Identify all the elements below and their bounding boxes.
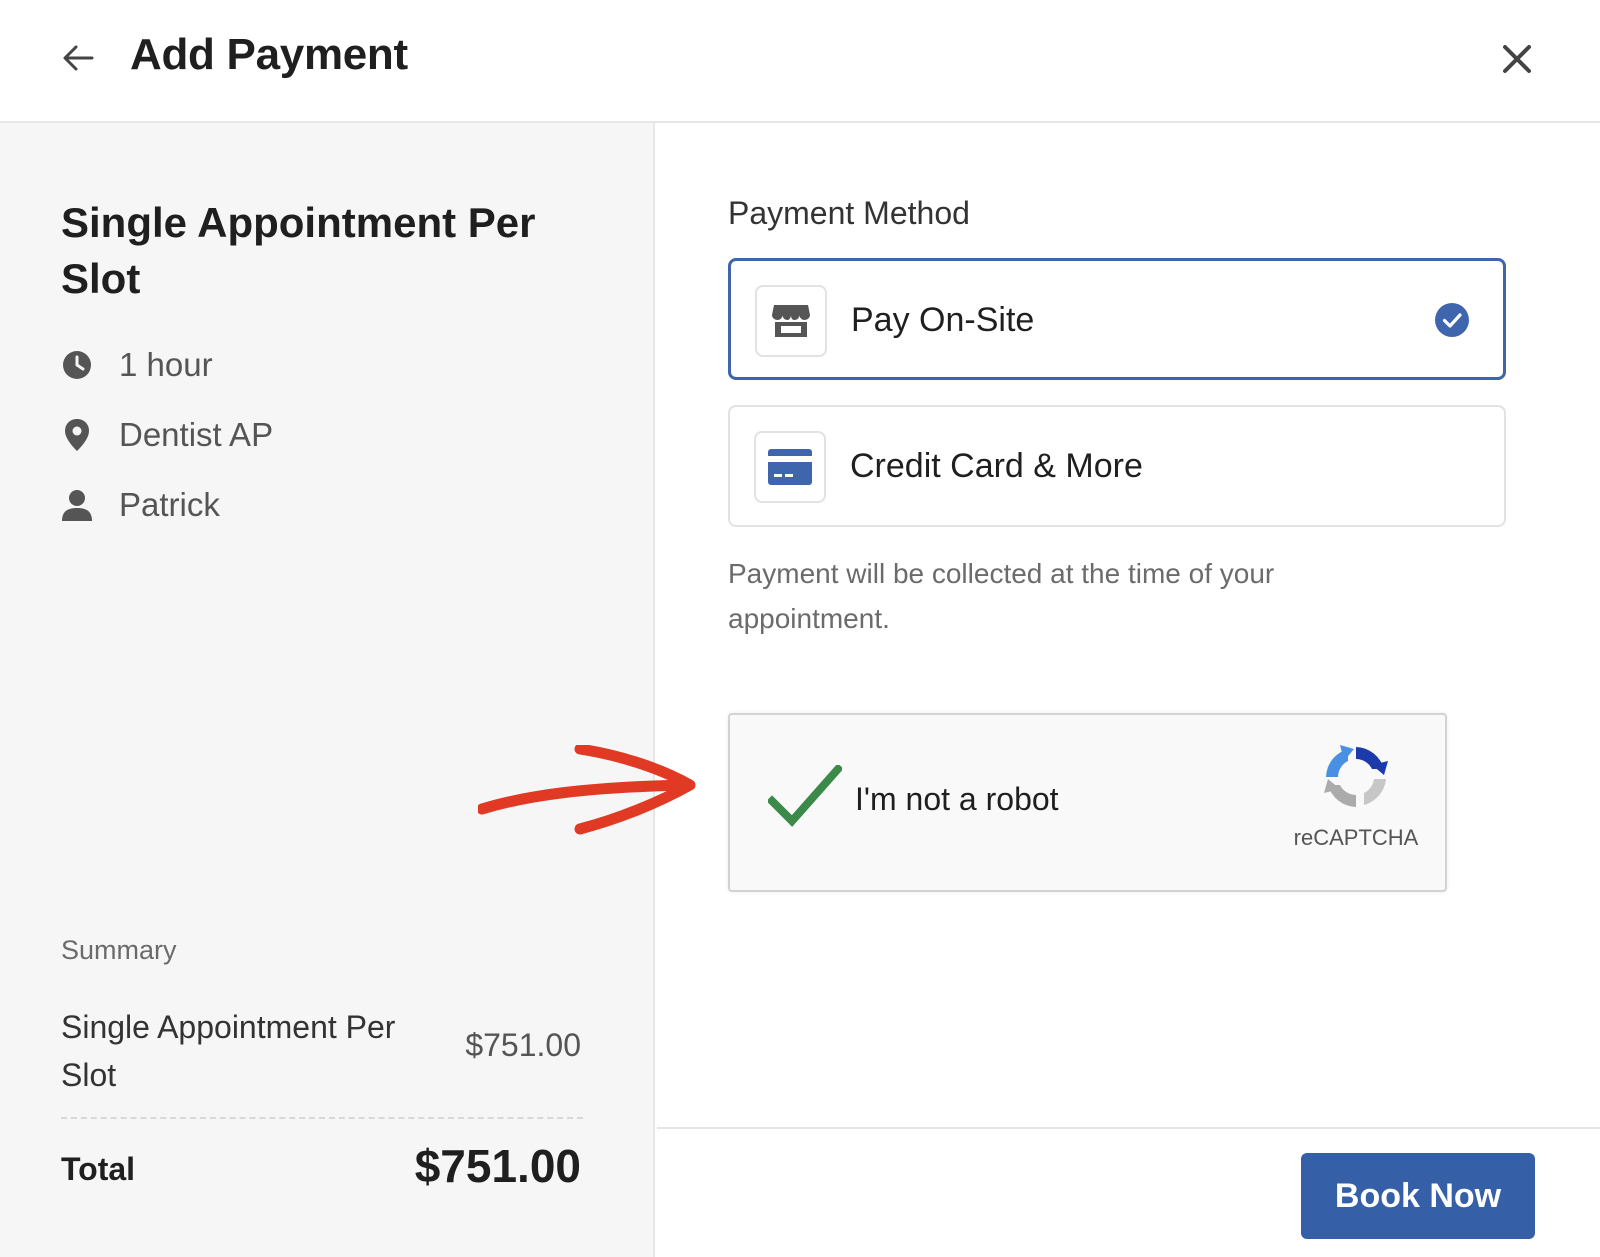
summary-divider [61,1117,583,1119]
footer-divider [657,1127,1600,1129]
storefront-icon [755,285,827,357]
arrow-left-icon [63,45,94,71]
recaptcha-logo-icon [1324,745,1388,807]
payment-option-label: Pay On-Site [851,301,1035,339]
payment-option-credit-card[interactable]: Credit Card & More [728,405,1506,527]
service-title: Single Appointment Per Slot [61,199,536,302]
booking-details-panel: Single Appointment Per Slot 1 hour Denti… [0,123,655,1257]
credit-card-icon [754,431,826,503]
back-button[interactable] [56,36,100,80]
location-pin-icon [61,419,93,451]
total-price: $751.00 [414,1140,581,1192]
recaptcha-label: I'm not a robot [855,781,1059,817]
summary-item-name: Single Appointment Per Slot [61,1009,396,1093]
total-label: Total [61,1151,136,1187]
payment-note: Payment will be collected at the time of… [728,558,1275,634]
clock-icon [61,349,93,381]
duration-text: 1 hour [119,346,213,383]
header: Add Payment [0,0,1600,123]
location-row: Dentist AP [61,415,273,455]
recaptcha-brand: reCAPTCHA [1293,825,1419,850]
payment-option-label: Credit Card & More [850,447,1143,485]
summary-item-price: $751.00 [465,1027,581,1063]
book-now-button[interactable]: Book Now [1301,1153,1535,1239]
recaptcha-widget: I'm not a robot reCAPTCHA [728,713,1447,892]
payment-method-label: Payment Method [728,195,970,231]
payment-option-pay-on-site[interactable]: Pay On-Site [728,258,1506,380]
close-icon [1503,45,1531,73]
check-circle-icon [1435,303,1469,337]
staff-row: Patrick [61,485,220,525]
summary-label: Summary [61,935,177,965]
payment-panel: Payment Method Pay On-Site Credit Card &… [657,123,1600,1257]
staff-text: Patrick [119,486,220,523]
person-icon [61,489,93,521]
duration-row: 1 hour [61,345,213,385]
page-title: Add Payment [130,30,408,79]
recaptcha-checkmark-icon[interactable] [768,765,842,827]
close-button[interactable] [1494,36,1540,82]
location-text: Dentist AP [119,416,274,453]
